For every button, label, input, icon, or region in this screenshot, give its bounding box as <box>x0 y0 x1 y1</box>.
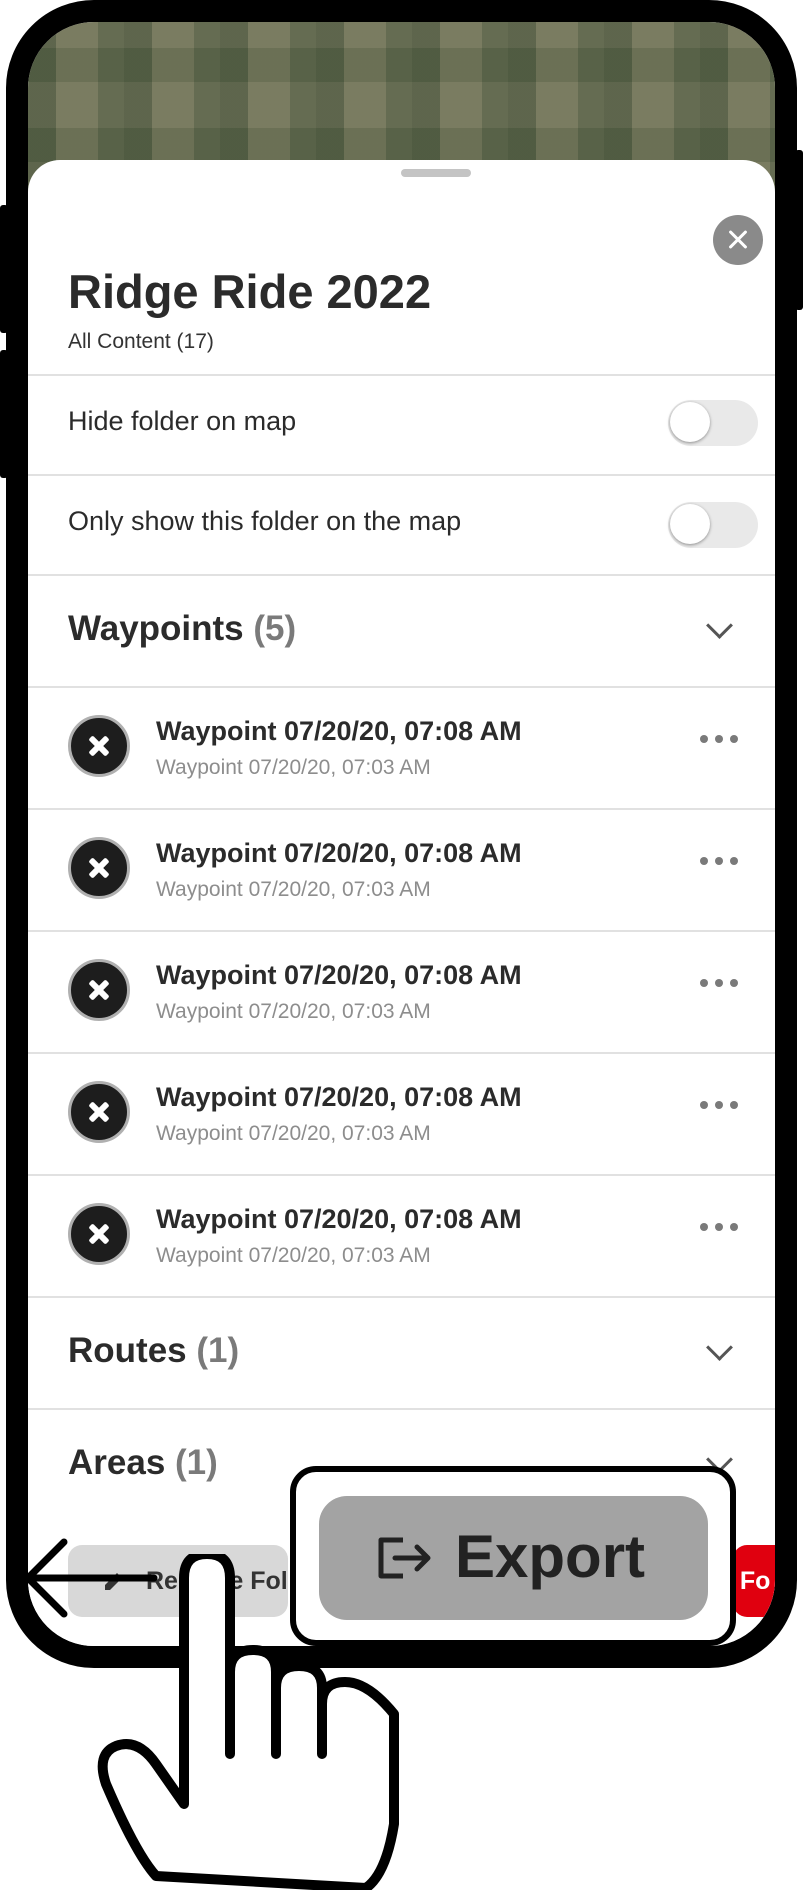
list-item[interactable]: Waypoint 07/20/20, 07:08 AM Waypoint 07/… <box>28 1052 775 1174</box>
areas-section-title: Areas (1) <box>68 1443 218 1483</box>
delete-folder-button[interactable]: e Fo <box>733 1545 775 1617</box>
waypoint-title: Waypoint 07/20/20, 07:08 AM <box>156 1082 522 1112</box>
tap-hand-icon <box>97 1554 399 1890</box>
x-circle-icon[interactable] <box>68 837 130 899</box>
waypoint-title: Waypoint 07/20/20, 07:08 AM <box>156 716 522 746</box>
close-icon[interactable] <box>713 215 763 265</box>
routes-count: (1) <box>196 1331 240 1370</box>
only-show-label: Only show this folder on the map <box>68 506 462 536</box>
list-item[interactable]: Waypoint 07/20/20, 07:08 AM Waypoint 07/… <box>28 1174 775 1296</box>
export-label: Export <box>455 1523 646 1590</box>
list-item[interactable]: Waypoint 07/20/20, 07:08 AM Waypoint 07/… <box>28 686 775 808</box>
toggle-knob <box>670 402 710 442</box>
areas-label: Areas <box>68 1443 166 1482</box>
phone-frame: Ridge Ride 2022 All Content (17) Hide fo… <box>6 0 797 1668</box>
more-horizontal-icon[interactable] <box>694 977 744 989</box>
only-show-toggle[interactable] <box>668 502 758 548</box>
folder-title: Ridge Ride 2022 <box>68 265 432 318</box>
waypoint-subtitle: Waypoint 07/20/20, 07:03 AM <box>156 756 431 779</box>
list-item[interactable]: Waypoint 07/20/20, 07:08 AM Waypoint 07/… <box>28 808 775 930</box>
x-circle-icon[interactable] <box>68 715 130 777</box>
waypoints-label: Waypoints <box>68 609 244 648</box>
waypoint-title: Waypoint 07/20/20, 07:08 AM <box>156 838 522 868</box>
x-circle-icon[interactable] <box>68 1203 130 1265</box>
folder-bottom-sheet: Ridge Ride 2022 All Content (17) Hide fo… <box>28 160 775 1646</box>
x-circle-icon[interactable] <box>68 1081 130 1143</box>
sheet-drag-handle[interactable] <box>401 169 471 177</box>
waypoint-title: Waypoint 07/20/20, 07:08 AM <box>156 1204 522 1234</box>
waypoint-subtitle: Waypoint 07/20/20, 07:03 AM <box>156 1244 431 1267</box>
areas-count: (1) <box>175 1443 218 1482</box>
toggle-knob <box>670 504 710 544</box>
folder-subtitle: All Content (17) <box>68 330 214 353</box>
more-horizontal-icon[interactable] <box>694 1221 744 1233</box>
routes-section-header[interactable]: Routes (1) <box>28 1296 775 1408</box>
more-horizontal-icon[interactable] <box>694 855 744 867</box>
waypoints-section-title: Waypoints (5) <box>68 609 296 649</box>
chevron-down-icon[interactable] <box>706 1334 733 1361</box>
routes-label: Routes <box>68 1331 187 1370</box>
only-show-row: Only show this folder on the map <box>28 474 775 574</box>
x-circle-icon[interactable] <box>68 959 130 1021</box>
waypoint-title: Waypoint 07/20/20, 07:08 AM <box>156 960 522 990</box>
waypoint-subtitle: Waypoint 07/20/20, 07:03 AM <box>156 878 431 901</box>
waypoint-subtitle: Waypoint 07/20/20, 07:03 AM <box>156 1000 431 1023</box>
waypoints-section-header[interactable]: Waypoints (5) <box>28 574 775 686</box>
waypoints-count: (5) <box>253 609 297 648</box>
chevron-down-icon[interactable] <box>706 612 733 639</box>
more-horizontal-icon[interactable] <box>694 733 744 745</box>
hide-folder-toggle[interactable] <box>668 400 758 446</box>
routes-section-title: Routes (1) <box>68 1331 239 1371</box>
hide-folder-label: Hide folder on map <box>68 406 297 436</box>
list-item[interactable]: Waypoint 07/20/20, 07:08 AM Waypoint 07/… <box>28 930 775 1052</box>
more-horizontal-icon[interactable] <box>694 1099 744 1111</box>
delete-folder-label: e Fo <box>733 1567 771 1595</box>
hide-folder-row: Hide folder on map <box>28 374 775 474</box>
waypoint-subtitle: Waypoint 07/20/20, 07:03 AM <box>156 1122 431 1145</box>
